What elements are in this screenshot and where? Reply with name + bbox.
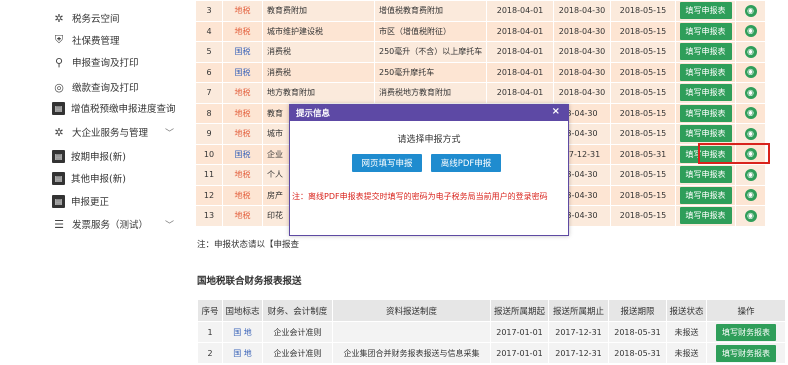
app-window: ✲ 税务云空间 ⛨ 社保费管理 ⚲ 申报查询及打印 ◎ 缴款查询及打印 ▤ 增值税预缴申报进度查询… (0, 0, 788, 365)
declaration-method-dialog: 提示信息 × 请选择申报方式 网页填写申报 离线PDF申报 注：离线PDF申报表… (289, 104, 569, 236)
offline-pdf-declare-button[interactable]: 离线PDF申报 (431, 154, 501, 172)
dialog-prompt: 请选择申报方式 (397, 135, 461, 145)
close-icon[interactable]: × (552, 106, 560, 117)
web-declare-button[interactable]: 网页填写申报 (352, 154, 422, 172)
dialog-header: 提示信息 × (290, 105, 568, 121)
dialog-note: 注：离线PDF申报表提交时填写的密码为电子税务局当前用户的登录密码 (292, 192, 548, 201)
dialog-title: 提示信息 (296, 109, 331, 119)
modal-overlay: 提示信息 × 请选择申报方式 网页填写申报 离线PDF申报 注：离线PDF申报表… (0, 0, 788, 365)
